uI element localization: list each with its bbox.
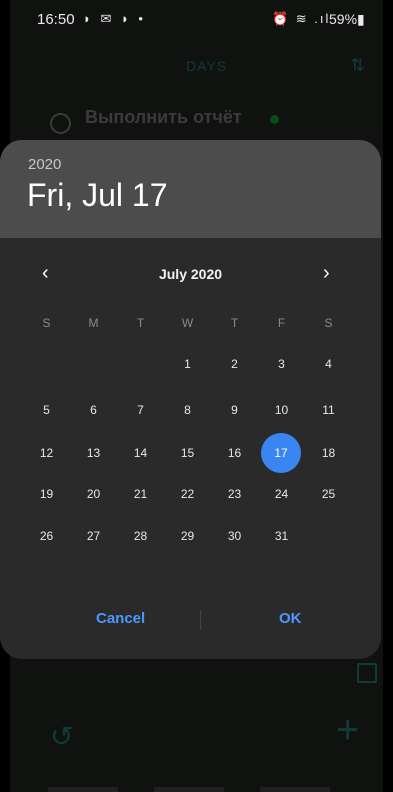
history-icon[interactable]: ↺	[50, 720, 73, 753]
weekday-label: T	[230, 316, 239, 330]
task-title: Выполнить отчёт	[85, 107, 242, 127]
date-picker-dialog: 2020 Fri, Jul 17 ‹ July 2020 › S M T W T…	[0, 140, 381, 659]
day-cell[interactable]: 7	[117, 403, 164, 417]
home-button[interactable]	[154, 787, 224, 792]
dialog-actions: Cancel OK	[0, 605, 381, 635]
weekday-label: M	[88, 316, 99, 330]
day-cell[interactable]: 25	[305, 487, 352, 501]
cancel-button[interactable]: Cancel	[96, 610, 145, 627]
calendar-week-row: 1 2 3 4	[23, 357, 352, 377]
recent-apps-button[interactable]	[48, 787, 118, 792]
day-cell[interactable]: 21	[117, 487, 164, 501]
day-cell[interactable]: 2	[211, 357, 258, 371]
calendar-week-row: 12 13 14 15 16 17 18	[23, 433, 352, 473]
month-navigation: ‹ July 2020 ›	[0, 260, 381, 290]
day-cell[interactable]: 16	[211, 446, 258, 460]
date-picker-header: 2020 Fri, Jul 17	[0, 140, 381, 238]
day-cell[interactable]: 22	[164, 487, 211, 501]
selected-date[interactable]: Fri, Jul 17	[27, 177, 167, 214]
day-cell[interactable]: 20	[70, 487, 117, 501]
day-cell[interactable]: 19	[23, 487, 70, 501]
day-cell[interactable]: 18	[305, 446, 352, 460]
day-cell[interactable]: 29	[164, 529, 211, 543]
weekday-label: W	[181, 316, 194, 330]
day-cell[interactable]: 8	[164, 403, 211, 417]
day-cell[interactable]: 28	[117, 529, 164, 543]
day-cell[interactable]: 11	[305, 403, 352, 417]
task-item[interactable]: Выполнить отчёт	[50, 105, 370, 135]
status-bar: 16:50 ◗ ✉ ◗ • ⏰ ≋ .ıl 59%▮	[10, 0, 383, 40]
selected-day-cell[interactable]: 17	[261, 433, 301, 473]
task-checkbox[interactable]	[50, 113, 71, 134]
calendar-week-row: 5 6 7 8 9 10 11	[23, 403, 352, 423]
day-cell[interactable]: 27	[70, 529, 117, 543]
day-cell[interactable]: 13	[70, 446, 117, 460]
day-cell[interactable]: 15	[164, 446, 211, 460]
weekday-label: S	[42, 316, 51, 330]
day-cell[interactable]: 23	[211, 487, 258, 501]
day-cell[interactable]: 6	[70, 403, 117, 417]
day-cell[interactable]: 31	[258, 529, 305, 543]
day-cell[interactable]: 4	[305, 357, 352, 371]
weekday-label: T	[136, 316, 145, 330]
notification-icons: ◗ ✉ ◗ •	[83, 11, 146, 26]
day-cell[interactable]: 10	[258, 403, 305, 417]
day-cell[interactable]: 30	[211, 529, 258, 543]
weekday-label: F	[277, 316, 286, 330]
sort-icon[interactable]: ⇅	[350, 55, 365, 76]
day-cell[interactable]: 12	[23, 446, 70, 460]
status-dot-icon	[270, 115, 279, 124]
day-cell[interactable]: 14	[117, 446, 164, 460]
calendar-week-row: 26 27 28 29 30 31	[23, 529, 352, 549]
ok-button[interactable]: OK	[279, 610, 302, 627]
day-cell[interactable]: 9	[211, 403, 258, 417]
calendar-week-row: 19 20 21 22 23 24 25	[23, 487, 352, 507]
day-cell[interactable]: 5	[23, 403, 70, 417]
calendar-icon[interactable]	[357, 663, 377, 683]
next-month-icon[interactable]: ›	[323, 262, 330, 285]
status-time: 16:50	[37, 11, 75, 28]
battery-indicator: 59%▮	[329, 11, 365, 27]
selected-year[interactable]: 2020	[28, 156, 61, 173]
screen-title: DAYS	[186, 58, 228, 74]
day-cell[interactable]: 1	[164, 357, 211, 371]
day-cell[interactable]: 3	[258, 357, 305, 371]
day-cell[interactable]: 26	[23, 529, 70, 543]
weekday-header: S M T W T F S	[23, 316, 352, 336]
navigation-bar	[48, 787, 330, 792]
add-icon[interactable]: +	[336, 708, 359, 753]
day-cell[interactable]: 24	[258, 487, 305, 501]
back-button[interactable]	[260, 787, 330, 792]
button-divider	[200, 610, 201, 630]
system-icons: ⏰ ≋ .ıl	[272, 11, 331, 26]
weekday-label: S	[324, 316, 333, 330]
app-header: DAYS ⇅	[10, 50, 383, 84]
